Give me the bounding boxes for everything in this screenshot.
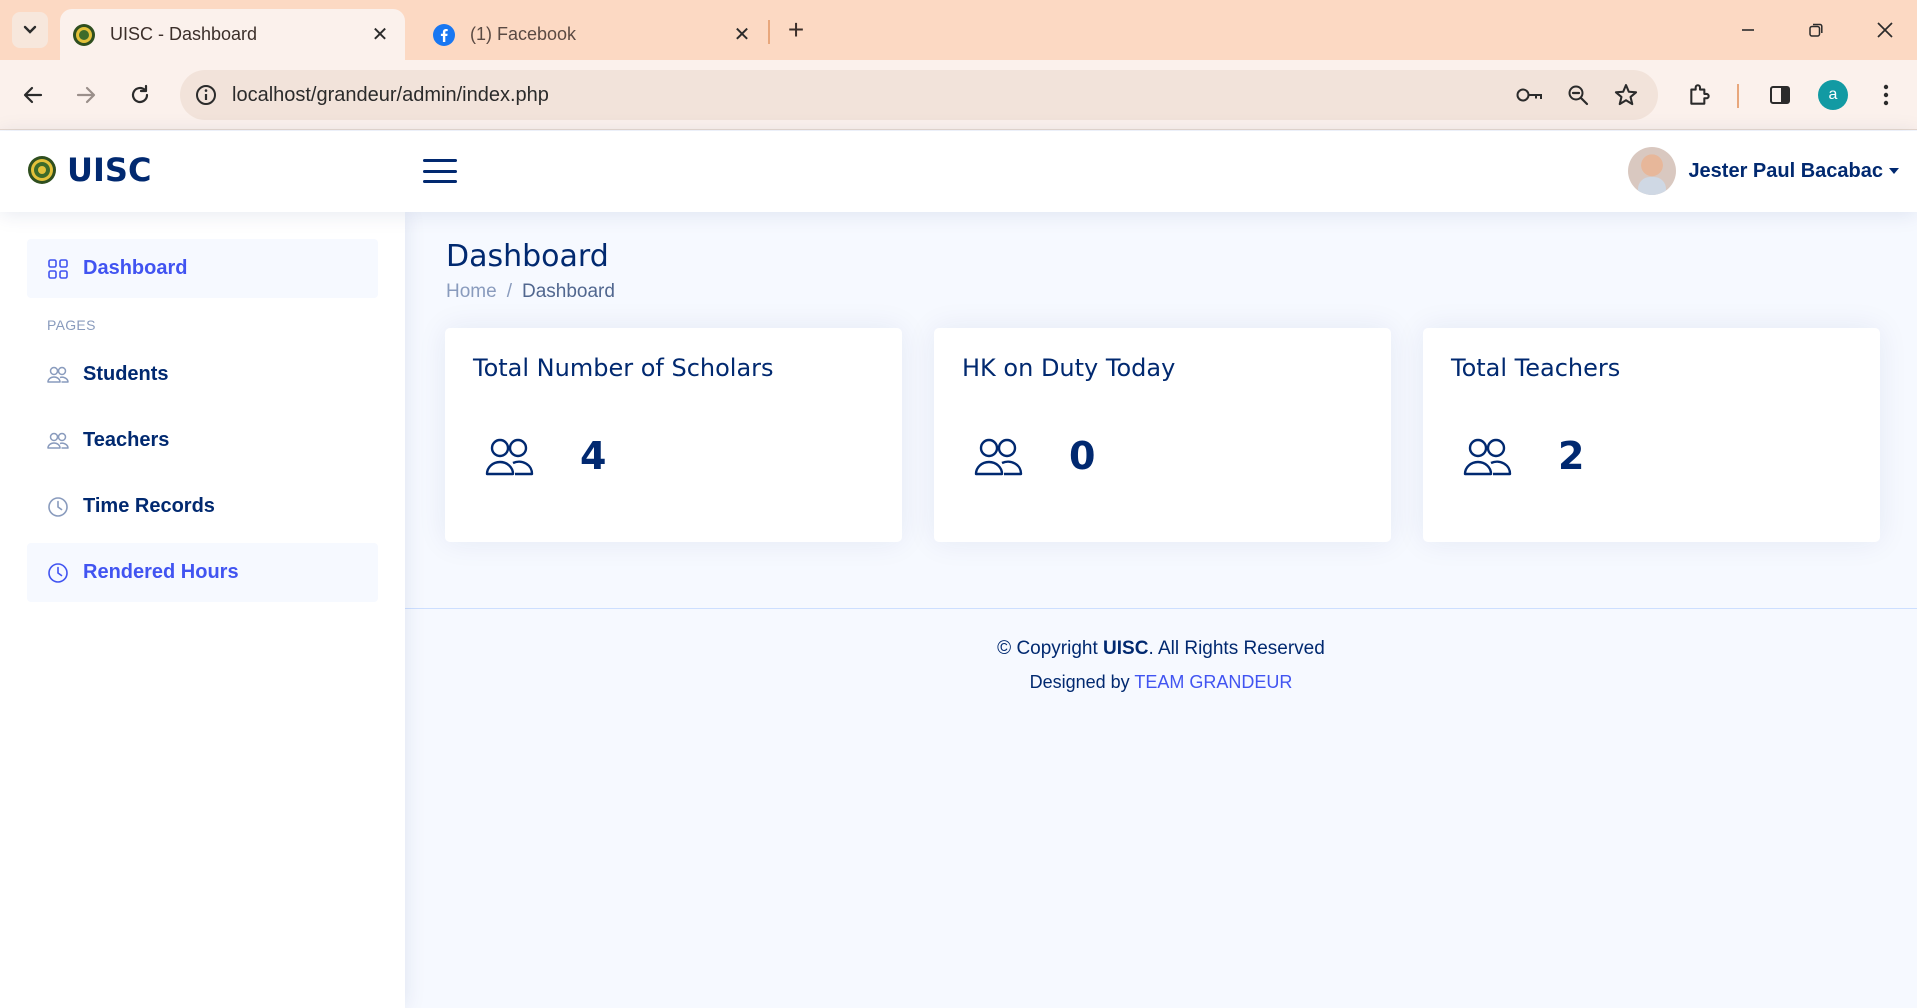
sidebar-item-teachers[interactable]: Teachers: [27, 411, 378, 470]
hamburger-line: [423, 159, 457, 162]
sidebar-item-label: Students: [83, 363, 169, 385]
forward-button[interactable]: [66, 75, 106, 115]
card-total-teachers: Total Teachers 2: [1423, 328, 1880, 542]
tab-search-button[interactable]: [12, 12, 48, 48]
sidebar: Dashboard PAGES Students Teachers Time R…: [0, 212, 405, 1008]
restore-icon: [1809, 23, 1823, 37]
credits-prefix: Designed by: [1029, 672, 1135, 692]
zoom-icon[interactable]: [1562, 79, 1594, 111]
grid-icon: [48, 258, 68, 279]
uisc-seal-icon: [28, 156, 56, 184]
breadcrumb-separator: /: [506, 281, 512, 302]
profile-button[interactable]: a: [1813, 75, 1853, 115]
chevron-down-icon: [23, 25, 37, 34]
main-content: Dashboard Home / Dashboard Total Number …: [405, 212, 1917, 1008]
copyright-brand: UISC: [1103, 638, 1149, 659]
extensions-button[interactable]: [1680, 75, 1720, 115]
hamburger-line: [423, 169, 457, 173]
sidebar-item-label: Time Records: [83, 495, 215, 517]
breadcrumb-home-link[interactable]: Home: [446, 281, 497, 303]
tab-divider: [768, 20, 770, 44]
password-key-icon[interactable]: [1514, 79, 1546, 111]
logo-text: UISC: [67, 151, 152, 189]
people-icon: [974, 438, 1023, 476]
people-icon: [47, 366, 69, 383]
card-value: 2: [1558, 434, 1585, 478]
credits-text: Designed by TEAM GRANDEUR: [405, 672, 1917, 693]
close-icon[interactable]: ✕: [369, 24, 391, 46]
sidebar-item-label: Dashboard: [83, 257, 188, 279]
people-icon: [1463, 438, 1512, 476]
site-info-icon[interactable]: [194, 83, 218, 107]
card-hk-on-duty: HK on Duty Today 0: [934, 328, 1391, 542]
sidebar-item-rendered-hours[interactable]: Rendered Hours: [27, 543, 378, 602]
breadcrumb-current: Dashboard: [521, 281, 615, 302]
reload-icon: [131, 84, 149, 104]
bookmark-star-icon[interactable]: [1610, 79, 1642, 111]
browser-tab-bar: UISC - Dashboard ✕ (1) Facebook ✕ +: [0, 0, 1917, 60]
toolbar-divider: [1737, 84, 1739, 108]
team-grandeur-link[interactable]: TEAM GRANDEUR: [1134, 672, 1292, 692]
uisc-seal-icon: [73, 23, 95, 46]
tab-title: (1) Facebook: [470, 24, 577, 44]
card-total-scholars: Total Number of Scholars 4: [445, 328, 902, 542]
sidebar-item-label: Rendered Hours: [83, 561, 239, 583]
address-bar[interactable]: localhost/grandeur/admin/index.php: [180, 70, 1658, 120]
toggle-sidebar-button[interactable]: [423, 156, 457, 186]
user-profile-dropdown[interactable]: Jester Paul Bacabac: [1628, 147, 1899, 195]
facebook-icon: [433, 23, 455, 46]
new-tab-button[interactable]: +: [780, 14, 812, 46]
hamburger-line: [423, 180, 457, 183]
browser-menu-button[interactable]: [1866, 75, 1906, 115]
reload-button[interactable]: [120, 75, 160, 115]
plus-icon: +: [787, 14, 805, 45]
card-value: 4: [580, 434, 607, 478]
clock-icon: [48, 562, 68, 583]
sidebar-item-label: Teachers: [83, 429, 170, 451]
minimize-icon: [1742, 29, 1754, 31]
more-vertical-icon: [1883, 84, 1889, 106]
tab-title: UISC - Dashboard: [110, 24, 258, 44]
caret-down-icon: [1889, 168, 1899, 174]
close-window-button[interactable]: [1862, 10, 1908, 50]
arrow-left-icon: [23, 86, 43, 104]
minimize-button[interactable]: [1725, 10, 1771, 50]
close-icon[interactable]: ✕: [731, 24, 753, 46]
puzzle-icon: [1690, 84, 1710, 105]
copyright-suffix: . All Rights Reserved: [1148, 638, 1325, 659]
sidebar-item-time-records[interactable]: Time Records: [27, 477, 378, 536]
close-icon: [1877, 22, 1893, 38]
people-icon: [47, 432, 69, 449]
card-value: 0: [1069, 434, 1096, 478]
avatar: [1628, 147, 1677, 195]
copyright-prefix: © Copyright: [997, 638, 1104, 659]
copyright-text: © Copyright UISC. All Rights Reserved: [405, 638, 1917, 660]
back-button[interactable]: [13, 75, 53, 115]
side-panel-button[interactable]: [1760, 75, 1800, 115]
arrow-right-icon: [76, 86, 96, 104]
url-text[interactable]: localhost/grandeur/admin/index.php: [232, 84, 1514, 107]
clock-icon: [48, 496, 68, 517]
page-title: Dashboard: [446, 239, 609, 274]
restore-button[interactable]: [1793, 10, 1839, 50]
card-title: Total Teachers: [1451, 354, 1621, 382]
user-name: Jester Paul Bacabac: [1688, 159, 1883, 182]
side-panel-icon: [1770, 86, 1790, 104]
breadcrumb: Home / Dashboard: [446, 281, 615, 303]
footer: © Copyright UISC. All Rights Reserved De…: [405, 608, 1917, 693]
card-title: Total Number of Scholars: [473, 354, 774, 382]
tab-facebook[interactable]: (1) Facebook ✕: [420, 9, 765, 60]
people-icon: [485, 438, 534, 476]
card-title: HK on Duty Today: [962, 354, 1176, 382]
app-header: UISC Jester Paul Bacabac: [0, 131, 1917, 212]
sidebar-item-dashboard[interactable]: Dashboard: [27, 239, 378, 298]
sidebar-heading: PAGES: [47, 317, 96, 333]
browser-toolbar: localhost/grandeur/admin/index.php a: [0, 60, 1917, 130]
tab-uisc-dashboard[interactable]: UISC - Dashboard ✕: [60, 9, 405, 60]
logo[interactable]: UISC: [27, 151, 151, 189]
sidebar-item-students[interactable]: Students: [27, 345, 378, 404]
profile-avatar: a: [1818, 80, 1848, 110]
